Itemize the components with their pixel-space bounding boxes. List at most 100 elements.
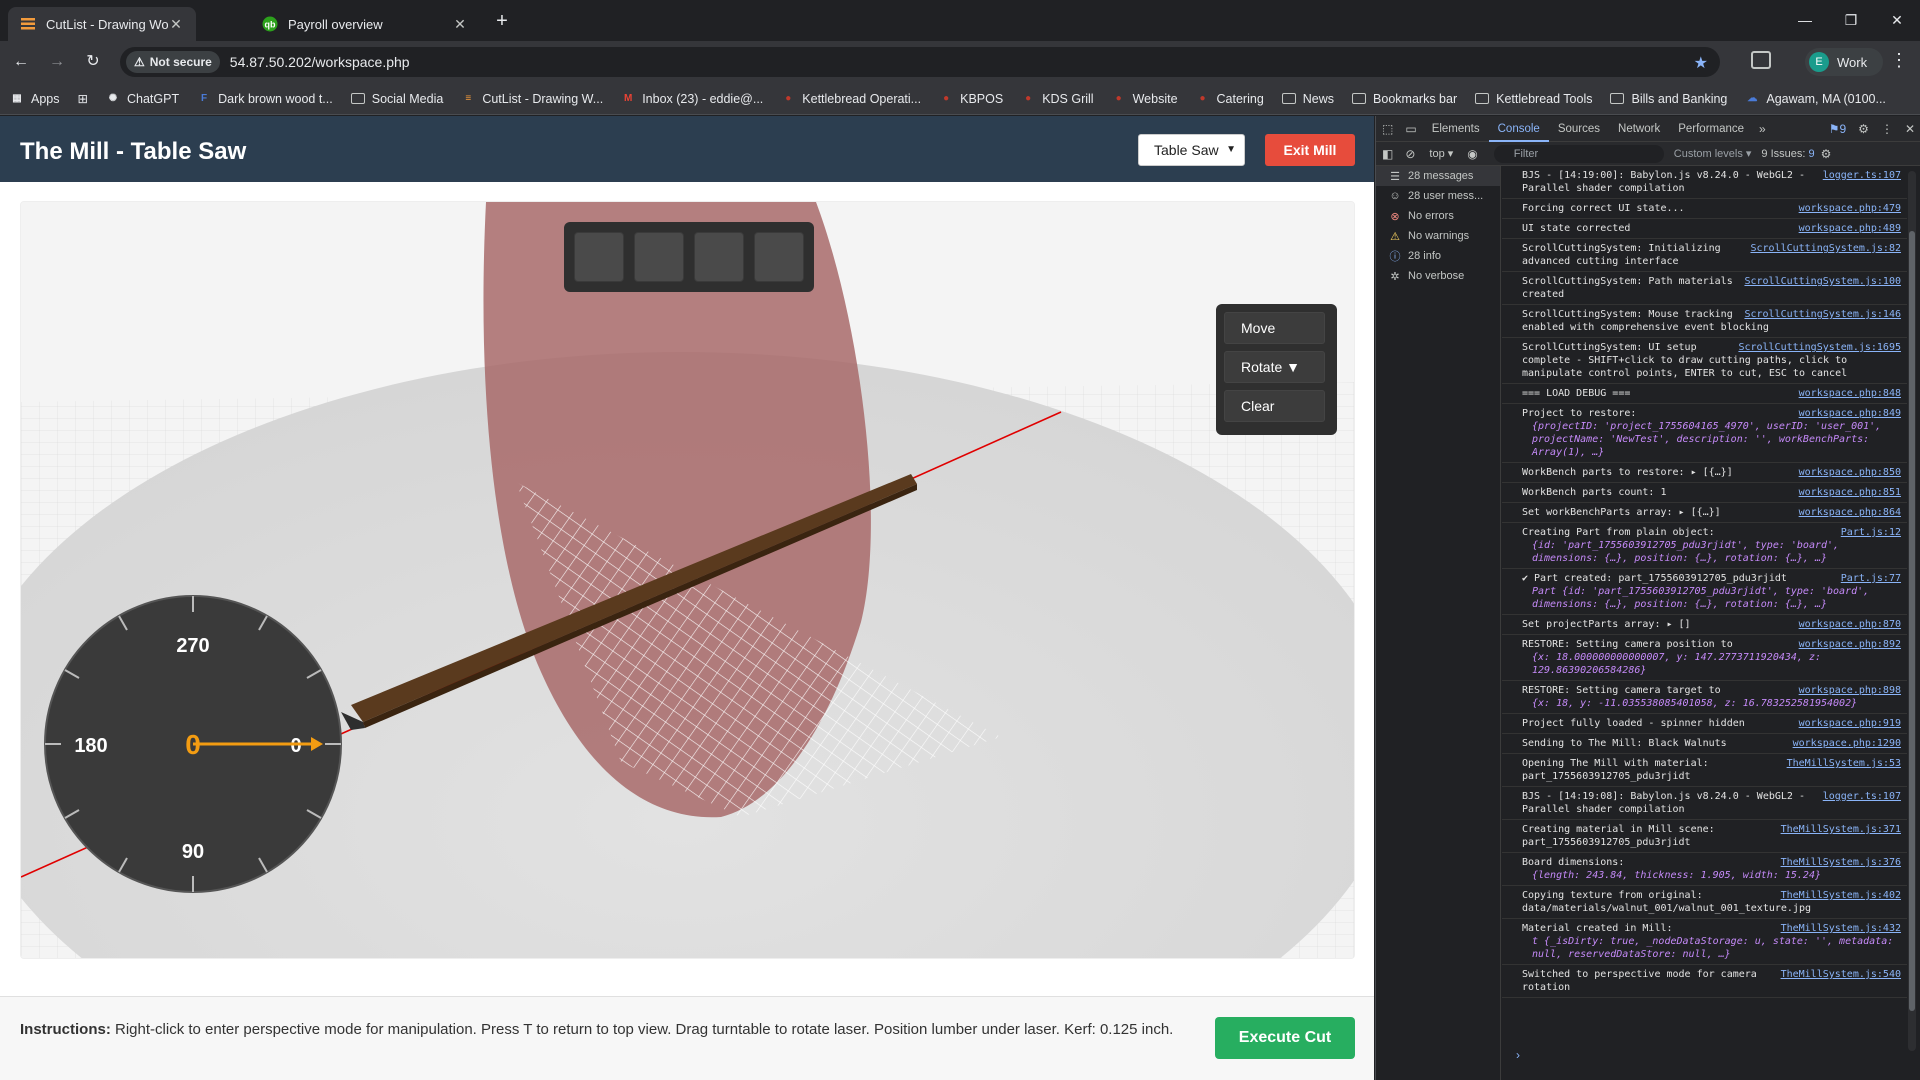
console-source-link[interactable]: workspace.php:479: [1799, 202, 1901, 215]
console-source-link[interactable]: ScrollCuttingSystem.js:1695: [1738, 341, 1901, 354]
settings-gear-icon[interactable]: ⚙: [1852, 122, 1875, 136]
new-tab-button[interactable]: +: [490, 10, 514, 34]
minimize-icon[interactable]: —: [1782, 6, 1828, 34]
tab-console[interactable]: Console: [1488, 116, 1549, 142]
console-sidebar-item[interactable]: ⓘ 28 info: [1376, 246, 1500, 266]
tab-groups-icon[interactable]: ⊞: [78, 91, 88, 106]
bookmark-item[interactable]: Bills and Banking: [1610, 92, 1727, 106]
console-source-link[interactable]: TheMillSystem.js:376: [1781, 856, 1901, 869]
console-object-preview[interactable]: Part {id: 'part_1755603912705_pdu3rjidt'…: [1522, 585, 1901, 611]
execute-cut-button[interactable]: Execute Cut: [1215, 1017, 1355, 1059]
issues-link[interactable]: 9 Issues: 9: [1761, 148, 1814, 160]
console-settings-gear-icon[interactable]: ⚙: [1815, 147, 1838, 161]
console-sidebar-item[interactable]: ☰ 28 messages: [1376, 166, 1500, 186]
scrollbar-thumb[interactable]: [1909, 231, 1915, 1011]
console-object-preview[interactable]: {id: 'part_1755603912705_pdu3rjidt', typ…: [1522, 539, 1901, 565]
console-source-link[interactable]: TheMillSystem.js:53: [1787, 757, 1901, 770]
more-menu-icon[interactable]: ⋮: [1890, 50, 1908, 71]
console-source-link[interactable]: TheMillSystem.js:371: [1781, 823, 1901, 836]
toolbar-slot-button[interactable]: [694, 232, 744, 282]
console-sidebar-item[interactable]: ⚠ No warnings: [1376, 226, 1500, 246]
bookmark-item[interactable]: ▦ Apps: [10, 92, 59, 106]
console-source-link[interactable]: workspace.php:1290: [1793, 737, 1901, 750]
context-select[interactable]: top ▾: [1429, 147, 1453, 160]
device-toolbar-icon[interactable]: ▭: [1399, 122, 1422, 136]
more-options-icon[interactable]: ⋮: [1875, 122, 1899, 136]
console-object-preview[interactable]: {length: 243.84, thickness: 1.905, width…: [1522, 869, 1901, 882]
console-source-link[interactable]: logger.ts:107: [1823, 169, 1901, 182]
console-source-link[interactable]: ScrollCuttingSystem.js:146: [1744, 308, 1901, 321]
console-source-link[interactable]: workspace.php:489: [1799, 222, 1901, 235]
console-source-link[interactable]: Part.js:77: [1841, 572, 1901, 585]
close-icon[interactable]: ✕: [168, 16, 184, 32]
console-source-link[interactable]: workspace.php:898: [1799, 684, 1901, 697]
bookmark-item[interactable]: ≡ CutList - Drawing W...: [461, 92, 603, 106]
console-source-link[interactable]: workspace.php:849: [1799, 407, 1901, 420]
console-source-link[interactable]: TheMillSystem.js:540: [1781, 968, 1901, 981]
sidebar-toggle-icon[interactable]: ◧: [1376, 147, 1399, 161]
console-source-link[interactable]: workspace.php:919: [1799, 717, 1901, 730]
close-window-icon[interactable]: ✕: [1874, 6, 1920, 34]
console-source-link[interactable]: workspace.php:864: [1799, 506, 1901, 519]
clear-button[interactable]: Clear: [1224, 390, 1325, 422]
console-scrollbar[interactable]: [1908, 171, 1916, 1051]
console-sidebar-item[interactable]: ✲ No verbose: [1376, 266, 1500, 286]
console-source-link[interactable]: TheMillSystem.js:402: [1781, 889, 1901, 902]
bookmark-item[interactable]: ☁ Agawam, MA (0100...: [1745, 92, 1886, 106]
bookmark-item[interactable]: ✺ ChatGPT: [106, 92, 179, 106]
clear-console-icon[interactable]: ⊘: [1399, 147, 1421, 161]
bookmark-item[interactable]: ● Website: [1112, 92, 1178, 106]
bookmark-item[interactable]: M Inbox (23) - eddie@...: [621, 92, 763, 106]
mill-scene[interactable]: 270 180 90 0 0: [21, 202, 1355, 959]
close-devtools-icon[interactable]: ✕: [1899, 122, 1920, 136]
bookmark-item[interactable]: ● KDS Grill: [1021, 92, 1093, 106]
back-arrow-icon[interactable]: ←: [8, 49, 34, 75]
console-source-link[interactable]: workspace.php:850: [1799, 466, 1901, 479]
console-source-link[interactable]: Part.js:12: [1841, 526, 1901, 539]
tab-sources[interactable]: Sources: [1549, 116, 1609, 142]
console-object-preview[interactable]: t {_isDirty: true, _nodeDataStorage: u, …: [1522, 935, 1901, 961]
filter-input[interactable]: Filter: [1493, 144, 1664, 163]
console-source-link[interactable]: TheMillSystem.js:432: [1781, 922, 1901, 935]
bookmark-item[interactable]: ● Catering: [1196, 92, 1264, 106]
console-source-link[interactable]: ScrollCuttingSystem.js:82: [1750, 242, 1901, 255]
tab-performance[interactable]: Performance: [1669, 116, 1753, 142]
console-object-preview[interactable]: {x: 18, y: -11.035538085401058, z: 16.78…: [1522, 697, 1901, 710]
console-prompt-icon[interactable]: ›: [1516, 1048, 1520, 1062]
console-source-link[interactable]: workspace.php:848: [1799, 387, 1901, 400]
reload-icon[interactable]: ↻: [80, 49, 106, 75]
bookmark-item[interactable]: F Dark brown wood t...: [197, 92, 333, 106]
tab-payroll[interactable]: qb Payroll overview ✕: [250, 7, 480, 41]
toolbar-slot-button[interactable]: [574, 232, 624, 282]
rotation-dial[interactable]: 270 180 90 0 0: [44, 595, 342, 893]
rotate-button[interactable]: Rotate ▼: [1224, 351, 1325, 383]
console-object-preview[interactable]: {projectID: 'project_1755604165_4970', u…: [1522, 420, 1901, 459]
url-text[interactable]: 54.87.50.202/workspace.php: [230, 54, 410, 70]
toolbar-slot-button[interactable]: [754, 232, 804, 282]
restore-icon[interactable]: ❐: [1828, 6, 1874, 34]
profile-button[interactable]: E Work: [1805, 48, 1883, 76]
tab-network[interactable]: Network: [1609, 116, 1669, 142]
bookmark-item[interactable]: Kettlebread Tools: [1475, 92, 1592, 106]
security-indicator[interactable]: ⚠ Not secure: [126, 51, 220, 73]
inspect-element-icon[interactable]: ⬚: [1376, 122, 1399, 136]
messages-badge[interactable]: ⚑9: [1823, 122, 1852, 136]
bookmark-item[interactable]: Social Media: [350, 92, 443, 106]
address-bar[interactable]: ⚠ Not secure 54.87.50.202/workspace.php …: [120, 47, 1720, 77]
console-source-link[interactable]: workspace.php:892: [1799, 638, 1901, 651]
bookmark-star-icon[interactable]: ★: [1694, 53, 1708, 73]
cast-icon[interactable]: [1751, 51, 1771, 69]
eye-icon[interactable]: ◉: [1461, 147, 1483, 161]
console-sidebar-item[interactable]: ☺ 28 user mess...: [1376, 186, 1500, 206]
tab-elements[interactable]: Elements: [1423, 116, 1489, 142]
console-source-link[interactable]: workspace.php:870: [1799, 618, 1901, 631]
more-tabs-icon[interactable]: »: [1753, 122, 1772, 136]
console-sidebar-item[interactable]: ⊗ No errors: [1376, 206, 1500, 226]
console-object-preview[interactable]: {x: 18.000000000000007, y: 147.277371192…: [1522, 651, 1901, 677]
close-icon[interactable]: ✕: [452, 16, 468, 32]
bookmark-item[interactable]: ● KBPOS: [939, 92, 1003, 106]
console-source-link[interactable]: logger.ts:107: [1823, 790, 1901, 803]
exit-mill-button[interactable]: Exit Mill: [1265, 134, 1355, 166]
console-source-link[interactable]: workspace.php:851: [1799, 486, 1901, 499]
move-button[interactable]: Move: [1224, 312, 1325, 344]
